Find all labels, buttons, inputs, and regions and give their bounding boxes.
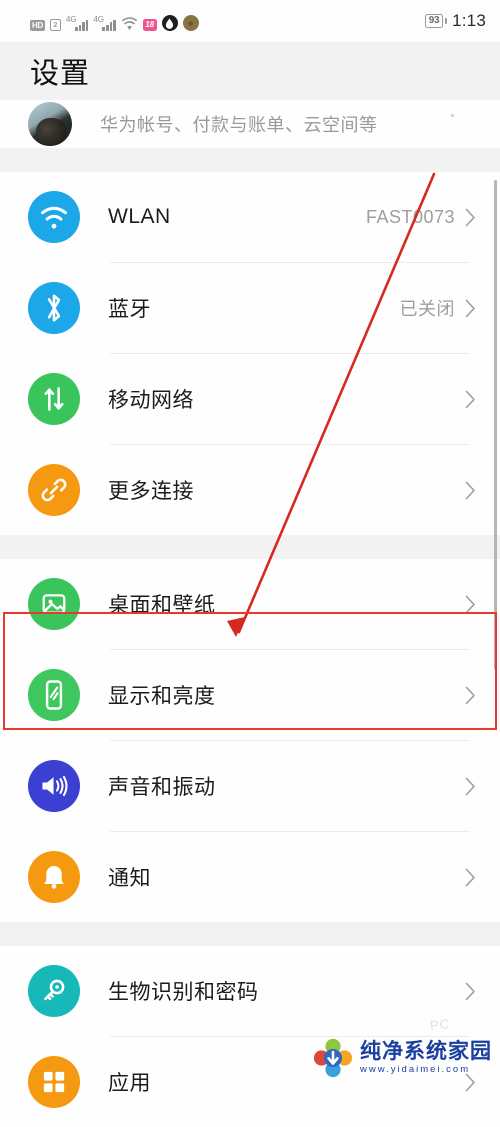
- row-right: 已关闭: [400, 295, 477, 321]
- battery-tip: [444, 18, 448, 24]
- row-right: [455, 868, 476, 887]
- watermark-logo-icon: [313, 1038, 353, 1078]
- chevron-right-icon: [465, 868, 475, 886]
- chevron-right-icon: [465, 982, 475, 1000]
- app-badge-icon: 18: [142, 19, 157, 31]
- coin-icon: [182, 15, 199, 31]
- row-label: 通知: [108, 867, 151, 890]
- row-label: 移动网络: [108, 389, 194, 412]
- row-label: 蓝牙: [108, 298, 151, 321]
- key-icon: [28, 965, 80, 1017]
- connectivity-section: WLAN FAST0073 蓝牙 已关闭 移动网络 更多连接: [0, 172, 500, 535]
- settings-scroll-area[interactable]: 华为帐号、付款与账单、云空间等 WLAN FAST0073 蓝牙 已关闭 移动网…: [0, 100, 500, 1127]
- chevron-right-icon: [465, 390, 475, 408]
- annotation-highlight-box: [3, 612, 497, 730]
- status-bar-right-icons: 93 1:13: [424, 11, 486, 31]
- row-label: 更多连接: [108, 480, 194, 503]
- bluetooth-icon: [28, 282, 80, 334]
- chevron-right-icon: [465, 208, 475, 226]
- bell-icon: [28, 851, 80, 903]
- phone-screen: HD 2 4G 4G 18 93 1:13 设置 华为帐号、付款与账单、云空间等…: [0, 0, 500, 1127]
- watermark-brand: 纯净系统家园: [360, 1040, 492, 1064]
- row-value: FAST0073: [365, 206, 455, 227]
- wifi-icon: [28, 191, 80, 243]
- water-drop-icon: [161, 15, 178, 31]
- row-sound-vibration[interactable]: 声音和振动: [0, 741, 500, 831]
- page-title: 设置: [30, 58, 91, 90]
- row-bluetooth[interactable]: 蓝牙 已关闭: [0, 263, 500, 353]
- section-gap-1: [0, 148, 500, 172]
- row-right: [455, 481, 476, 500]
- security-apps-section: 生物识别和密码 应用: [0, 946, 500, 1127]
- sim-card-icon: 2: [49, 19, 61, 31]
- status-bar: HD 2 4G 4G 18 93 1:13: [0, 0, 500, 42]
- chevron-right-icon: [465, 299, 475, 317]
- row-right: [455, 777, 476, 796]
- apps-icon: [28, 1056, 80, 1108]
- row-label: 应用: [108, 1072, 151, 1095]
- row-right: [455, 982, 476, 1001]
- watermark-ghost-text: PC: [429, 1015, 451, 1034]
- network-type-label-1: 4G: [65, 15, 77, 24]
- watermark-url: www.yidaimei.com: [360, 1064, 471, 1076]
- section-gap-3: [0, 922, 500, 946]
- chevron-right-icon: [465, 481, 475, 499]
- row-label: WLAN: [108, 205, 171, 228]
- row-value: 已关闭: [399, 299, 455, 319]
- row-huawei-account[interactable]: 华为帐号、付款与账单、云空间等: [0, 100, 500, 148]
- clock-label: 1:13: [452, 11, 486, 30]
- row-right: [455, 390, 476, 409]
- row-biometrics-password[interactable]: 生物识别和密码: [0, 946, 500, 1036]
- watermark: 纯净系统家园 www.yidaimei.com: [313, 1038, 492, 1078]
- account-section: 华为帐号、付款与账单、云空间等: [0, 100, 500, 148]
- account-subtitle: 华为帐号、付款与账单、云空间等: [100, 115, 378, 135]
- row-mobile-network[interactable]: 移动网络: [0, 354, 500, 444]
- link-icon: [28, 464, 80, 516]
- hd-call-icon: HD: [30, 20, 45, 31]
- chevron-right-icon: [465, 595, 475, 613]
- section-gap-2: [0, 535, 500, 559]
- row-label: 生物识别和密码: [108, 981, 259, 1004]
- battery-percent-label: 93: [424, 14, 444, 28]
- signal-strength-icon-1: 4G: [65, 15, 89, 31]
- vertical-scrollbar[interactable]: [494, 180, 497, 670]
- row-label: 声音和振动: [108, 776, 216, 799]
- render-artifact-dot: [451, 114, 454, 117]
- watermark-text: 纯净系统家园 www.yidaimei.com: [360, 1041, 492, 1075]
- row-more-connections[interactable]: 更多连接: [0, 445, 500, 535]
- battery-icon: 93: [424, 14, 448, 28]
- row-wlan[interactable]: WLAN FAST0073: [0, 172, 500, 262]
- user-avatar: [28, 102, 72, 146]
- chevron-right-icon: [465, 777, 475, 795]
- speaker-icon: [28, 760, 80, 812]
- mobile-data-icon: [28, 373, 80, 425]
- row-notifications[interactable]: 通知: [0, 832, 500, 922]
- signal-strength-icon-2: 4G: [93, 15, 116, 31]
- wifi-icon: [121, 16, 138, 31]
- status-bar-left-icons: HD 2 4G 4G 18: [30, 11, 199, 31]
- row-right: FAST0073: [366, 207, 476, 228]
- network-type-label-2: 4G: [93, 15, 105, 24]
- row-right: [455, 595, 476, 614]
